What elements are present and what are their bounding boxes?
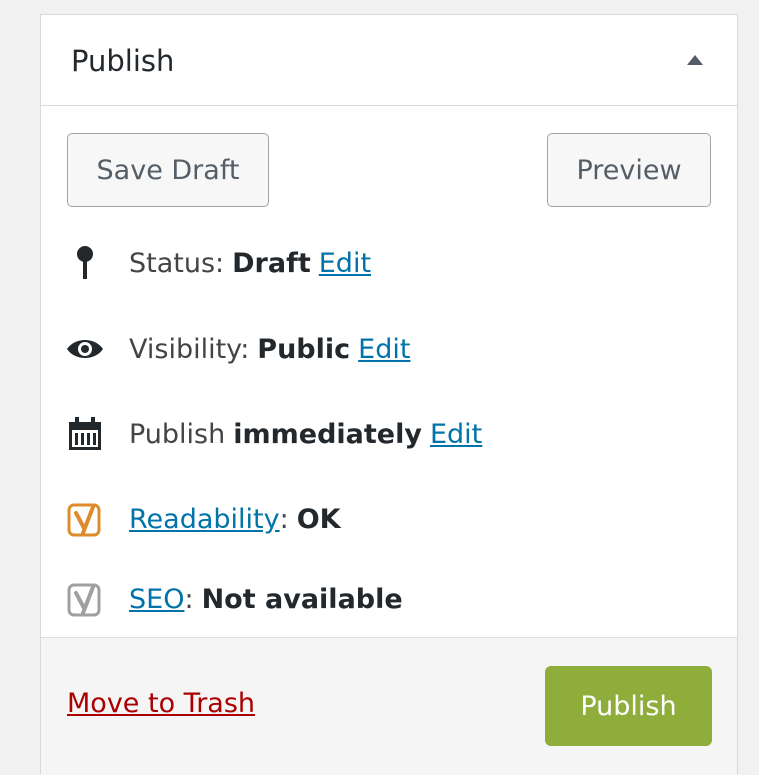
seo-link[interactable]: SEO [129, 584, 184, 615]
preview-button[interactable]: Preview [547, 133, 711, 207]
seo-colon: : [184, 583, 194, 615]
publish-panel: Publish Save Draft Preview Status: Draft… [40, 14, 738, 775]
publish-button[interactable]: Publish [545, 666, 712, 746]
yoast-icon [65, 499, 105, 539]
visibility-edit-link[interactable]: Edit [358, 334, 410, 365]
panel-header[interactable]: Publish [41, 15, 737, 106]
calendar-icon [65, 414, 105, 454]
panel-footer: Move to Trash Publish [41, 637, 737, 775]
visibility-row: Visibility: Public Edit [65, 329, 410, 369]
schedule-value: immediately [233, 418, 422, 450]
triangle-up-icon[interactable] [687, 55, 703, 65]
visibility-value: Public [257, 333, 351, 365]
readability-row: Readability : OK [65, 499, 341, 539]
readability-colon: : [279, 503, 289, 535]
seo-row: SEO : Not available [65, 579, 403, 619]
panel-title: Publish [71, 44, 175, 78]
move-to-trash-link[interactable]: Move to Trash [67, 688, 255, 719]
status-row: Status: Draft Edit [65, 243, 371, 283]
save-draft-button[interactable]: Save Draft [67, 133, 269, 207]
schedule-row: Publish immediately Edit [65, 414, 482, 454]
pin-icon [65, 243, 105, 283]
eye-icon [65, 329, 105, 369]
schedule-label: Publish [129, 418, 226, 450]
status-value: Draft [232, 247, 311, 279]
readability-link[interactable]: Readability [129, 504, 280, 535]
yoast-icon [65, 579, 105, 619]
readability-value: OK [296, 503, 341, 535]
status-edit-link[interactable]: Edit [319, 248, 371, 279]
seo-value: Not available [201, 583, 403, 615]
schedule-edit-link[interactable]: Edit [430, 419, 482, 450]
status-label: Status: [129, 247, 225, 279]
visibility-label: Visibility: [129, 333, 250, 365]
